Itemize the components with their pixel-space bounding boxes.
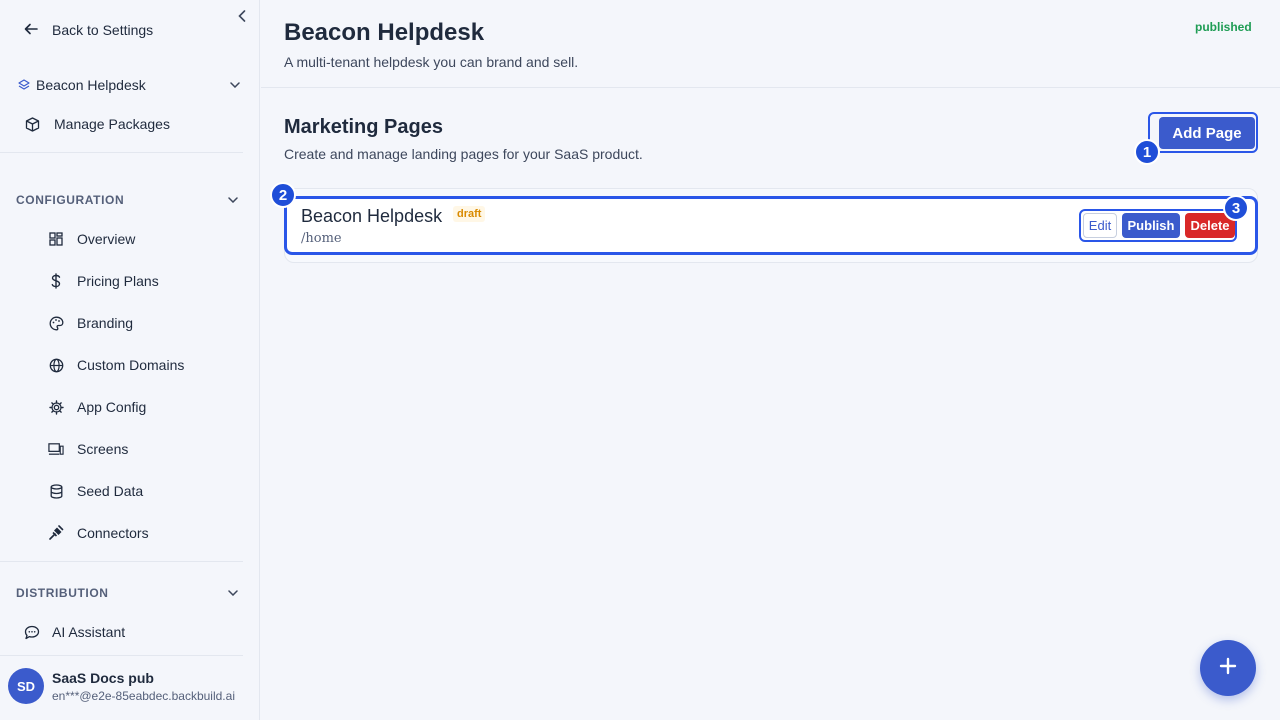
plug-icon: [48, 525, 64, 541]
sidebar-divider: [0, 655, 243, 656]
sidebar-item-label: Overview: [77, 231, 136, 247]
status-badge: published: [1195, 20, 1252, 34]
sidebar-item-seed-data[interactable]: Seed Data: [48, 480, 143, 502]
plus-icon: [1218, 656, 1238, 681]
grid-icon: [48, 231, 64, 247]
sidebar-divider: [0, 152, 243, 153]
sidebar: Back to Settings Beacon Helpdesk Manage …: [0, 0, 260, 720]
gear-icon: [48, 399, 64, 415]
palette-icon: [48, 315, 64, 331]
ai-assistant-label: AI Assistant: [52, 624, 126, 640]
chevron-down-icon[interactable]: [227, 587, 239, 599]
dollar-icon: [48, 273, 64, 289]
sidebar-item-app-config[interactable]: App Config: [48, 396, 146, 418]
sidebar-item-connectors[interactable]: Connectors: [48, 522, 149, 544]
edit-button[interactable]: Edit: [1083, 213, 1117, 238]
annotation-marker: 1: [1134, 139, 1160, 165]
manage-packages-link[interactable]: Manage Packages: [24, 116, 170, 132]
floating-add-button[interactable]: [1200, 640, 1256, 696]
arrow-left-icon: [24, 22, 38, 39]
avatar: SD: [8, 668, 44, 704]
chevron-down-icon[interactable]: [229, 79, 241, 91]
section-title: Marketing Pages: [284, 116, 443, 138]
package-icon: [24, 116, 40, 132]
page-name: Beacon Helpdesk: [301, 206, 443, 226]
sidebar-item-label: App Config: [77, 399, 147, 415]
main-content: Beacon Helpdesk A multi-tenant helpdesk …: [261, 0, 1280, 720]
sidebar-item-overview[interactable]: Overview: [48, 228, 135, 250]
sidebar-item-label: Custom Domains: [77, 357, 185, 373]
sidebar-divider: [0, 561, 243, 562]
ai-assistant-link[interactable]: AI Assistant: [24, 624, 125, 640]
section-description: Create and manage landing pages for your…: [284, 146, 643, 162]
add-page-button[interactable]: Add Page: [1159, 117, 1255, 149]
status-badge: draft: [453, 206, 486, 222]
globe-icon: [48, 357, 64, 373]
manage-packages-label: Manage Packages: [54, 116, 170, 132]
user-profile[interactable]: SD SaaS Docs pub en***@e2e-85eabdec.back…: [8, 668, 235, 704]
header-divider: [261, 87, 1280, 88]
annotation-marker: 2: [270, 182, 296, 208]
sidebar-item-branding[interactable]: Branding: [48, 312, 133, 334]
chat-bubble-icon: [24, 624, 40, 640]
sidebar-item-label: Connectors: [77, 525, 149, 541]
app-switcher[interactable]: Beacon Helpdesk: [18, 77, 146, 93]
database-icon: [48, 483, 64, 499]
chevron-down-icon[interactable]: [227, 194, 239, 206]
sidebar-item-label: Seed Data: [77, 483, 144, 499]
user-name: SaaS Docs pub: [52, 669, 154, 686]
back-to-settings-label: Back to Settings: [52, 22, 154, 38]
publish-button[interactable]: Publish: [1122, 213, 1180, 238]
user-email: en***@e2e-85eabdec.backbuild.ai: [52, 688, 235, 703]
layers-icon: [18, 77, 30, 93]
monitor-icon: [48, 441, 64, 457]
page-description: A multi-tenant helpdesk you can brand an…: [284, 54, 579, 70]
back-to-settings-link[interactable]: Back to Settings: [24, 20, 153, 40]
sidebar-item-label: Screens: [77, 441, 129, 457]
sidebar-item-pricing-plans[interactable]: Pricing Plans: [48, 270, 159, 292]
configuration-heading[interactable]: CONFIGURATION: [16, 193, 124, 207]
page-title: Beacon Helpdesk: [284, 19, 485, 46]
sidebar-item-label: Branding: [77, 315, 134, 331]
page-path: /home: [301, 231, 342, 246]
sidebar-item-custom-domains[interactable]: Custom Domains: [48, 354, 184, 376]
annotation-marker: 3: [1223, 195, 1249, 221]
app-switcher-label: Beacon Helpdesk: [36, 77, 146, 93]
chevron-left-icon: [237, 9, 247, 27]
sidebar-item-label: Pricing Plans: [77, 273, 159, 289]
distribution-heading[interactable]: DISTRIBUTION: [16, 586, 109, 600]
sidebar-item-screens[interactable]: Screens: [48, 438, 128, 460]
collapse-sidebar-button[interactable]: [234, 10, 250, 26]
